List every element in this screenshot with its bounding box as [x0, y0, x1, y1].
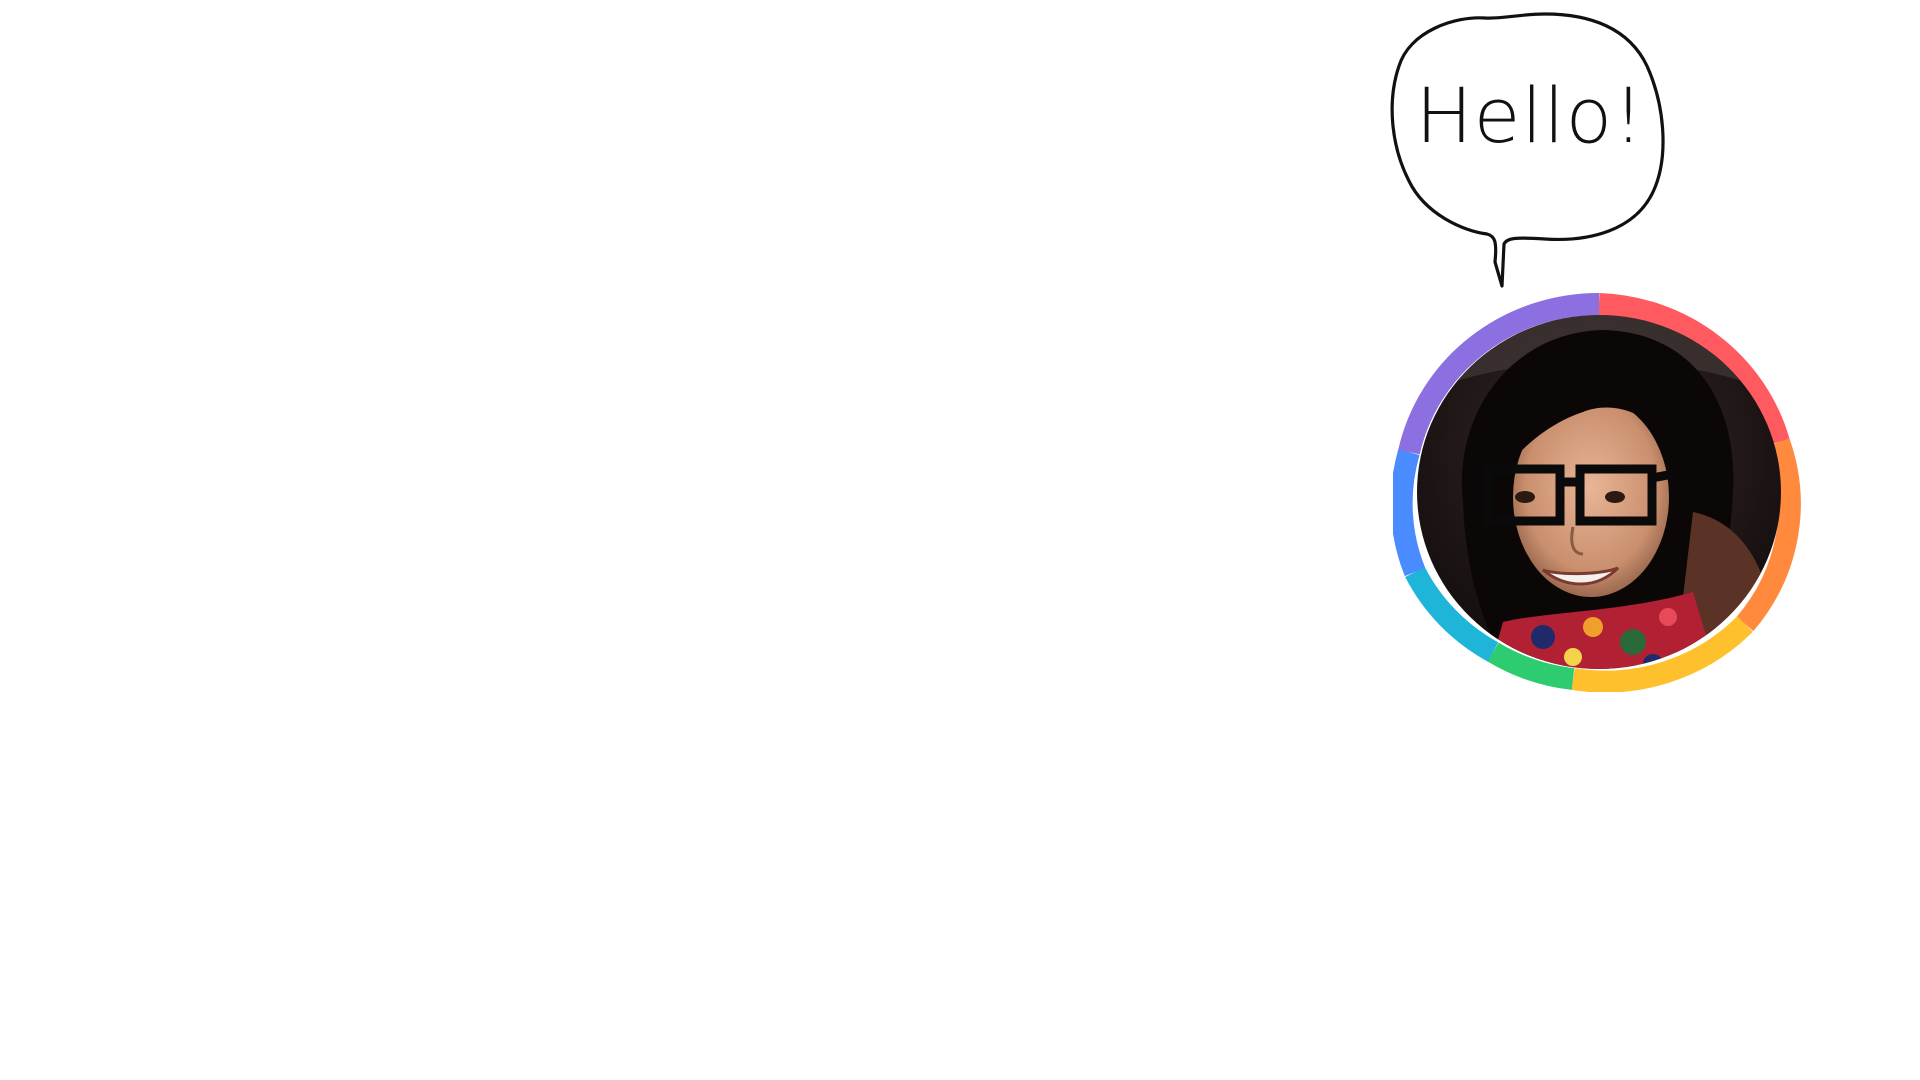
- avatar-graphic: [1393, 292, 1801, 692]
- bubble-greeting-text: Hello!: [1415, 71, 1645, 160]
- canvas: Hello!: [0, 0, 1920, 1080]
- speech-bubble: Hello!: [1385, 6, 1675, 296]
- avatar[interactable]: [1393, 292, 1803, 692]
